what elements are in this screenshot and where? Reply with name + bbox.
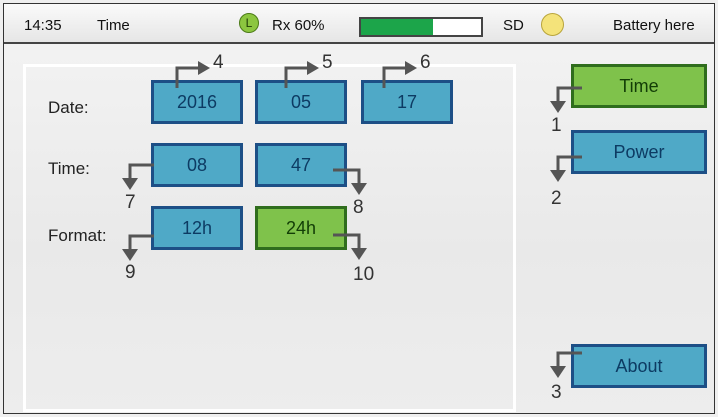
rx-label: Rx 60% [272, 17, 325, 34]
nav-time-button[interactable]: Time [571, 64, 707, 108]
nav-power-button[interactable]: Power [571, 130, 707, 174]
format-label: Format: [48, 226, 107, 245]
callout-arrow-3 [550, 351, 582, 378]
time-label: Time: [48, 159, 90, 178]
callout-arrow-4 [175, 61, 210, 88]
rx-signal-bar [359, 17, 483, 37]
callout-number-8: 8 [353, 197, 364, 218]
callout-number-9: 9 [125, 262, 136, 283]
link-status-icon: L [239, 13, 259, 33]
status-bar: 14:35 Time L Rx 60% SD Battery here [4, 4, 714, 44]
callout-arrow-9 [122, 234, 154, 261]
callout-arrow-8 [333, 168, 367, 195]
hour-field[interactable]: 08 [151, 143, 243, 187]
callout-arrow-5 [284, 61, 319, 88]
date-label: Date: [48, 98, 89, 117]
sd-status-icon [541, 13, 564, 36]
callout-arrow-6 [382, 61, 417, 88]
callout-number-3: 3 [551, 382, 562, 403]
screen-title: Time [97, 17, 130, 34]
callout-number-6: 6 [420, 52, 431, 73]
clock: 14:35 [24, 17, 62, 34]
callout-number-5: 5 [322, 52, 333, 73]
nav-about-button[interactable]: About [571, 344, 707, 388]
sd-label: SD [503, 17, 524, 34]
callout-number-1: 1 [551, 115, 562, 136]
callout-arrow-1 [550, 86, 582, 113]
callout-number-2: 2 [551, 188, 562, 209]
callout-number-4: 4 [213, 52, 224, 73]
battery-label: Battery here [613, 17, 695, 34]
callout-number-10: 10 [353, 264, 375, 285]
callout-arrow-7 [122, 163, 154, 190]
callout-number-7: 7 [125, 192, 136, 213]
callout-arrow-10 [333, 233, 367, 260]
rx-signal-fill [361, 19, 433, 35]
format-12h-button[interactable]: 12h [151, 206, 243, 250]
callout-arrow-2 [550, 155, 582, 182]
